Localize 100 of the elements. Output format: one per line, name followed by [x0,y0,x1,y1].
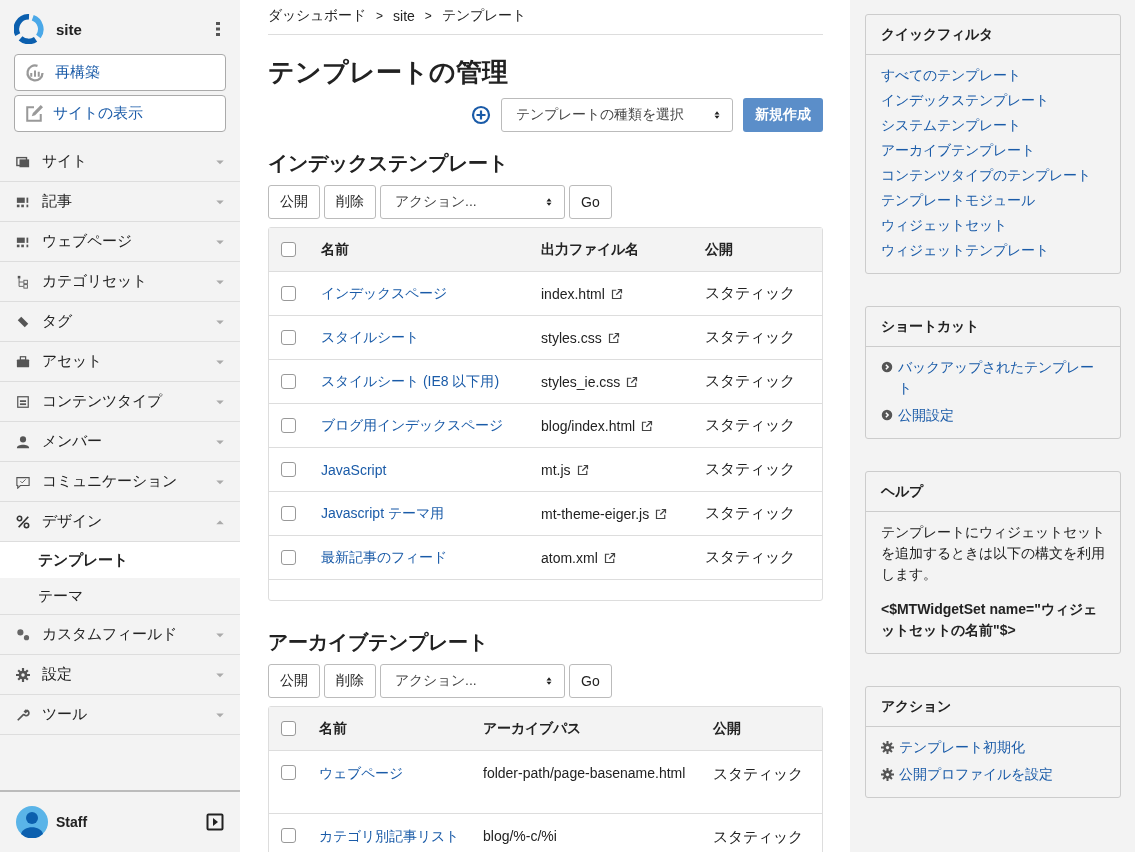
template-link[interactable]: スタイルシート (IE8 以下用) [321,372,541,391]
avatar-icon [16,806,48,838]
briefcase-icon [16,354,30,369]
windows-icon [16,154,30,169]
tree-icon [16,274,30,289]
edit-icon [25,104,43,123]
chevron-circle-icon [881,409,893,421]
publish-type: スタティック [705,460,796,479]
filter-link[interactable]: アーカイブテンプレート [881,140,1105,161]
plus-circle-icon [471,105,491,125]
sort-arrows-icon [544,197,554,207]
row-checkbox[interactable] [281,330,296,345]
breadcrumb[interactable]: ダッシュボード [268,7,366,25]
publish-type: スタティック [713,828,804,847]
file-path: atom.xml [541,549,598,566]
column-header: 公開 [705,240,734,259]
row-checkbox[interactable] [281,286,296,301]
filter-link[interactable]: ウィジェットセット [881,215,1105,236]
file-path: blog/%-c/%i [483,828,557,844]
column-header: 出力ファイル名 [541,240,640,259]
widget-title: クイックフィルタ [866,15,1120,55]
column-header: 名前 [321,240,350,259]
action-select[interactable]: アクション... [380,185,565,219]
breadcrumb-separator: > [424,9,432,23]
publish-type: スタティック [705,284,796,303]
gears-icon [16,627,30,642]
form-icon [16,394,30,409]
template-link[interactable]: スタイルシート [321,328,541,347]
file-path: blog/index.html [541,417,636,434]
select-all-checkbox[interactable] [281,721,296,736]
column-header: 名前 [319,719,348,738]
external-link-icon [576,463,589,476]
go-button[interactable]: Go [569,185,612,219]
breadcrumb-separator: > [376,9,383,23]
filter-link[interactable]: ウィジェットテンプレート [881,240,1105,261]
external-link-icon [626,375,639,388]
publish-type: スタティック [705,372,796,391]
section-heading: アーカイブテンプレート [268,630,489,655]
section-heading: インデックステンプレート [268,151,509,176]
file-path: folder-path/page-basename.html [483,765,686,781]
go-button[interactable]: Go [569,664,612,698]
file-path: styles_ie.css [541,373,621,390]
publish-button[interactable]: 公開 [268,664,320,698]
tag-icon [16,314,30,329]
row-checkbox[interactable] [281,550,296,565]
widget-link[interactable]: 公開プロファイルを設定 [899,764,1053,785]
row-checkbox[interactable] [281,374,296,389]
row-checkbox[interactable] [281,828,296,843]
publish-type: スタティック [705,504,796,523]
widget-link[interactable]: テンプレート初期化 [899,737,1025,758]
nav-item[interactable]: アセット [0,342,240,382]
breadcrumb[interactable]: site [393,8,415,24]
select-all-checkbox[interactable] [281,242,296,257]
template-link[interactable]: 最新記事のフィード [321,548,541,567]
template-link[interactable]: ウェブページ [319,765,483,783]
delete-button[interactable]: 削除 [324,185,376,219]
widget-title: ヘルプ [866,472,1120,512]
action-select[interactable]: アクション... [380,664,565,698]
template-link[interactable]: インデックスページ [321,284,541,303]
publish-type: スタティック [713,765,804,784]
site-name: site [56,20,83,38]
delete-button[interactable]: 削除 [324,664,376,698]
user-name: Staff [56,814,89,830]
row-checkbox[interactable] [281,418,296,433]
help-text: テンプレートにウィジェットセットを追加するときは以下の構文を利用します。 [881,523,1105,584]
file-path: mt-theme-eiger.js [541,505,650,522]
template-link[interactable]: カテゴリ別記事リスト [319,828,483,846]
row-checkbox[interactable] [281,765,296,780]
breadcrumb: テンプレート [441,7,526,25]
template-link[interactable]: ブログ用インデックスページ [321,416,541,435]
message-icon [16,474,30,489]
filter-link[interactable]: すべてのテンプレート [881,65,1105,86]
nav-subitem[interactable]: テンプレート [0,542,240,578]
file-path: styles.css [541,329,602,346]
widget-link[interactable]: バックアップされたテンプレート [898,357,1105,399]
logo-icon [14,14,44,44]
file-path: mt.js [541,461,571,478]
filter-link[interactable]: テンプレートモジュール [881,190,1105,211]
gear-icon [881,741,894,754]
filter-link[interactable]: インデックステンプレート [881,90,1105,111]
filter-link[interactable]: システムテンプレート [881,115,1105,136]
file-path: index.html [541,285,605,302]
view-site-button[interactable]: サイトの表示 [14,95,226,132]
external-link-icon [603,551,616,564]
row-checkbox[interactable] [281,462,296,477]
row-checkbox[interactable] [281,506,296,521]
page-title: テンプレートの管理 [268,56,509,89]
external-link-icon [655,507,668,520]
widget-link[interactable]: 公開設定 [898,405,954,426]
template-link[interactable]: Javascript テーマ用 [321,504,541,523]
nav-subitem[interactable]: テーマ [0,578,240,614]
chevron-circle-icon [881,361,893,373]
external-link-icon [607,331,620,344]
template-type-select[interactable]: テンプレートの種類を選択 [501,98,733,132]
publish-type: スタティック [705,328,796,347]
filter-link[interactable]: コンテンツタイプのテンプレート [881,165,1105,186]
template-link[interactable]: JavaScript [321,461,541,478]
refresh-chart-icon [25,62,45,83]
rebuild-button[interactable]: 再構築 [14,54,226,91]
publish-button[interactable]: 公開 [268,185,320,219]
